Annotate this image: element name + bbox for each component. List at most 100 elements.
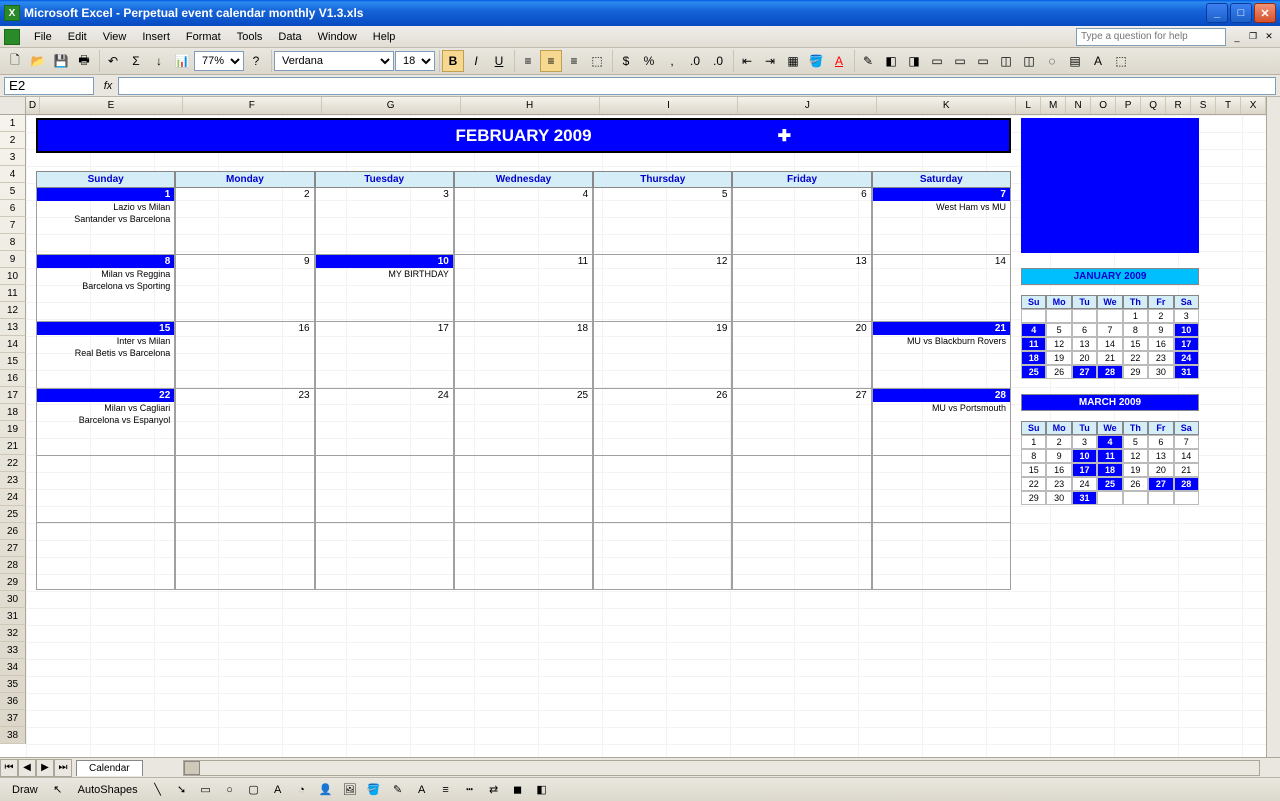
mini-day-cell[interactable]: 17 (1174, 337, 1199, 351)
picture-icon[interactable]: 🖼 (340, 780, 360, 800)
mini-day-cell[interactable]: 7 (1174, 435, 1199, 449)
mini-day-cell[interactable]: 11 (1021, 337, 1046, 351)
mini-day-cell[interactable]: 20 (1148, 463, 1173, 477)
mini-day-cell[interactable]: 22 (1021, 477, 1046, 491)
arrow-style-icon[interactable]: ⇄ (484, 780, 504, 800)
calendar-day-cell[interactable]: 7West Ham vs MU (872, 188, 1011, 255)
row-header[interactable]: 17 (0, 387, 26, 404)
calendar-day-cell[interactable]: 6 (732, 188, 871, 255)
calendar-day-cell[interactable]: 10MY BIRTHDAY (315, 255, 454, 322)
calendar-day-cell[interactable]: 1Lazio vs MilanSantander vs Barcelona (36, 188, 175, 255)
toolbar-icon[interactable]: ✎ (857, 50, 879, 72)
align-center-button[interactable]: ≡ (540, 50, 562, 72)
calendar-day-cell[interactable]: 3 (315, 188, 454, 255)
calendar-day-cell[interactable]: 19 (593, 322, 732, 389)
calendar-day-cell[interactable]: 4 (454, 188, 593, 255)
mini-day-cell[interactable]: 12 (1123, 449, 1148, 463)
mini-day-cell[interactable] (1097, 491, 1122, 505)
row-header[interactable]: 38 (0, 727, 26, 744)
mini-day-cell[interactable]: 24 (1072, 477, 1097, 491)
mini-day-cell[interactable]: 9 (1148, 323, 1173, 337)
name-box[interactable] (4, 77, 94, 95)
fx-icon[interactable]: fx (98, 80, 118, 92)
mini-day-cell[interactable]: 4 (1021, 323, 1046, 337)
mini-day-cell[interactable]: 4 (1097, 435, 1122, 449)
fill-color-button[interactable]: 🪣 (805, 50, 827, 72)
italic-button[interactable]: I (465, 50, 487, 72)
mini-day-cell[interactable]: 31 (1174, 365, 1199, 379)
mini-day-cell[interactable]: 25 (1021, 365, 1046, 379)
borders-button[interactable]: ▦ (782, 50, 804, 72)
control-menu-icon[interactable] (4, 29, 20, 45)
currency-button[interactable]: $ (615, 50, 637, 72)
save-button[interactable]: 💾 (50, 50, 72, 72)
column-header[interactable]: F (183, 97, 322, 114)
row-header[interactable]: 6 (0, 200, 26, 217)
mini-day-cell[interactable]: 13 (1072, 337, 1097, 351)
line-style-icon[interactable]: ≡ (436, 780, 456, 800)
row-header[interactable]: 11 (0, 285, 26, 302)
mini-day-cell[interactable]: 7 (1097, 323, 1122, 337)
mini-day-cell[interactable] (1123, 491, 1148, 505)
mini-day-cell[interactable]: 20 (1072, 351, 1097, 365)
mini-day-cell[interactable]: 16 (1148, 337, 1173, 351)
mini-day-cell[interactable]: 19 (1123, 463, 1148, 477)
mini-day-cell[interactable]: 5 (1046, 323, 1071, 337)
mini-day-cell[interactable]: 3 (1072, 435, 1097, 449)
bold-button[interactable]: B (442, 50, 464, 72)
calendar-day-cell[interactable] (175, 456, 314, 523)
menu-view[interactable]: View (95, 28, 135, 46)
column-header[interactable]: O (1091, 97, 1116, 114)
menu-data[interactable]: Data (270, 28, 309, 46)
sort-button[interactable]: ↓ (148, 50, 170, 72)
column-header[interactable]: K (877, 97, 1016, 114)
calendar-day-cell[interactable]: 27 (732, 389, 871, 456)
menu-file[interactable]: File (26, 28, 60, 46)
mini-day-cell[interactable] (1046, 309, 1071, 323)
row-header[interactable]: 29 (0, 574, 26, 591)
mini-day-cell[interactable]: 13 (1148, 449, 1173, 463)
font-color-button[interactable]: A (828, 50, 850, 72)
column-header[interactable]: J (738, 97, 877, 114)
column-header[interactable]: H (461, 97, 600, 114)
calendar-day-cell[interactable]: 11 (454, 255, 593, 322)
decrease-decimal-button[interactable]: .0 (707, 50, 729, 72)
mini-day-cell[interactable]: 30 (1046, 491, 1071, 505)
row-header[interactable]: 9 (0, 251, 26, 268)
mdi-close-button[interactable]: ✕ (1262, 30, 1276, 44)
row-header[interactable]: 23 (0, 472, 26, 489)
mini-day-cell[interactable]: 3 (1174, 309, 1199, 323)
column-header[interactable]: S (1191, 97, 1216, 114)
mini-day-cell[interactable]: 11 (1097, 449, 1122, 463)
help-button[interactable]: ? (245, 50, 267, 72)
toolbar-icon[interactable]: A (1087, 50, 1109, 72)
column-header[interactable]: X (1241, 97, 1266, 114)
mini-day-cell[interactable] (1021, 309, 1046, 323)
comma-button[interactable]: , (661, 50, 683, 72)
row-header[interactable]: 27 (0, 540, 26, 557)
mini-day-cell[interactable]: 25 (1097, 477, 1122, 491)
column-header[interactable]: I (600, 97, 739, 114)
column-header[interactable]: P (1116, 97, 1141, 114)
menu-window[interactable]: Window (310, 28, 365, 46)
minimize-button[interactable]: _ (1206, 3, 1228, 23)
row-header[interactable]: 30 (0, 591, 26, 608)
calendar-day-cell[interactable] (872, 456, 1011, 523)
toolbar-icon[interactable]: ⬚ (1110, 50, 1132, 72)
row-header[interactable]: 26 (0, 523, 26, 540)
mini-day-cell[interactable]: 21 (1097, 351, 1122, 365)
calendar-day-cell[interactable] (454, 523, 593, 590)
row-header[interactable]: 3 (0, 149, 26, 166)
rectangle-icon[interactable]: ▭ (196, 780, 216, 800)
mini-day-cell[interactable]: 2 (1148, 309, 1173, 323)
row-header[interactable]: 1 (0, 115, 26, 132)
draw-menu-button[interactable]: Draw (6, 782, 44, 798)
row-header[interactable]: 36 (0, 693, 26, 710)
row-header[interactable]: 21 (0, 438, 26, 455)
mini-day-cell[interactable]: 27 (1148, 477, 1173, 491)
mini-day-cell[interactable]: 5 (1123, 435, 1148, 449)
mini-day-cell[interactable]: 27 (1072, 365, 1097, 379)
toolbar-icon[interactable]: ◫ (1018, 50, 1040, 72)
row-header[interactable]: 16 (0, 370, 26, 387)
mini-day-cell[interactable]: 14 (1097, 337, 1122, 351)
